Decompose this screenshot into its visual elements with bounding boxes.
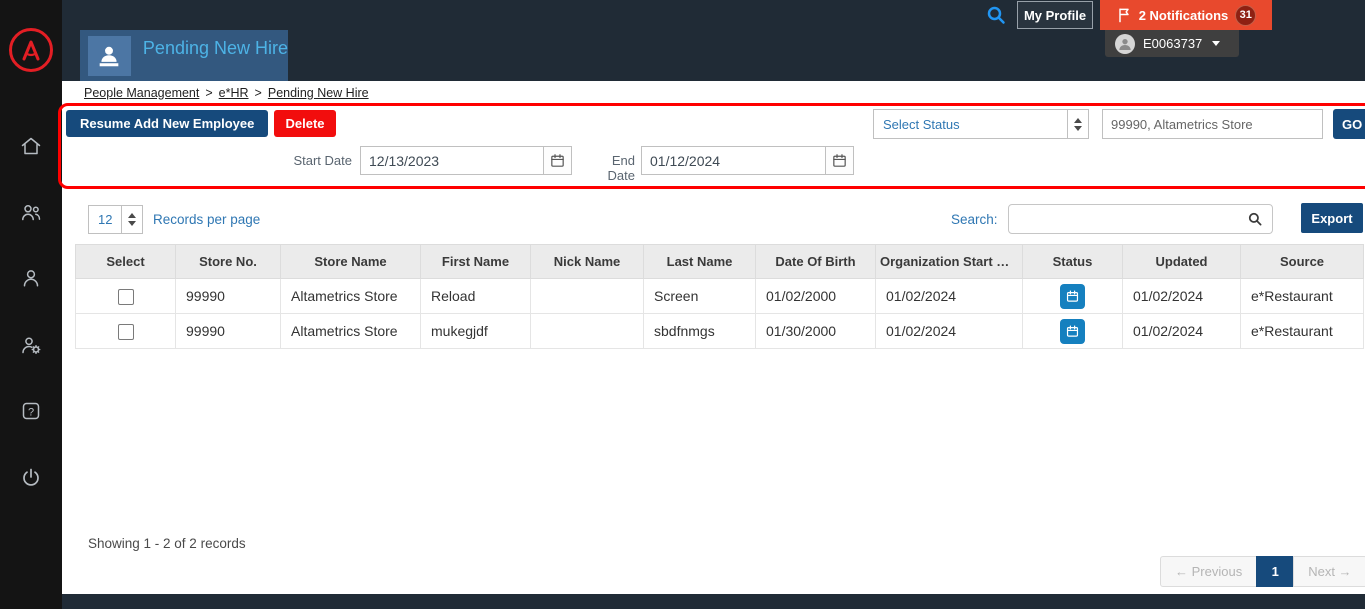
row-select-checkbox[interactable] — [117, 323, 134, 340]
cell-source: e*Restaurant — [1240, 313, 1364, 349]
records-per-page-value: 12 — [98, 212, 113, 227]
cell-first-name: Reload — [420, 278, 531, 314]
cell-last-name: Screen — [643, 278, 756, 314]
notifications-label: 2 Notifications — [1138, 7, 1229, 23]
breadcrumb-people-management[interactable]: People Management — [84, 86, 199, 100]
records-per-page-select[interactable]: 12 — [88, 205, 143, 234]
table-search-box — [1008, 204, 1273, 234]
table-row: 99990 Altametrics Store Reload Screen 01… — [75, 278, 1364, 314]
col-last-name: Last Name — [643, 244, 756, 279]
previous-page-button[interactable]: ← Previous — [1160, 556, 1258, 587]
sidebar: ? — [0, 0, 62, 609]
col-select: Select — [75, 244, 176, 279]
cell-store-no: 99990 — [175, 313, 281, 349]
export-button[interactable]: Export — [1301, 203, 1363, 233]
new-hire-icon — [88, 36, 131, 76]
col-date-of-birth: Date Of Birth — [755, 244, 876, 279]
svg-text:?: ? — [28, 406, 34, 418]
records-per-page-label: Records per page — [153, 212, 261, 227]
go-button[interactable]: GO — [1333, 109, 1365, 139]
table-search-input[interactable] — [1017, 211, 1246, 227]
end-date-label: End Date — [607, 153, 635, 183]
cell-store-name: Altametrics Store — [280, 278, 421, 314]
status-select-value: Select Status — [883, 116, 960, 132]
pagination: ← Previous 1 Next → — [1160, 556, 1365, 587]
col-nick-name: Nick Name — [530, 244, 644, 279]
table-header-row: Select Store No. Store Name First Name N… — [75, 244, 1364, 279]
page-1-button[interactable]: 1 — [1256, 556, 1295, 587]
avatar-icon — [1115, 33, 1135, 54]
col-organization-start-date: Organization Start D… — [875, 244, 1023, 279]
end-date-calendar-icon[interactable] — [825, 146, 854, 175]
cell-nick-name — [530, 313, 644, 349]
help-icon[interactable]: ? — [19, 399, 43, 423]
cell-updated: 01/02/2024 — [1122, 313, 1241, 349]
cell-first-name: mukegjdf — [420, 313, 531, 349]
cell-last-name: sbdfnmgs — [643, 313, 756, 349]
table-row: 99990 Altametrics Store mukegjdf sbdfnmg… — [75, 313, 1364, 349]
col-store-name: Store Name — [280, 244, 421, 279]
cell-store-name: Altametrics Store — [280, 313, 421, 349]
magnifier-icon[interactable] — [1246, 210, 1264, 228]
col-updated: Updated — [1122, 244, 1241, 279]
delete-button[interactable]: Delete — [274, 110, 336, 137]
breadcrumb-separator: > — [254, 85, 262, 100]
status-calendar-icon[interactable] — [1060, 283, 1085, 309]
cell-source: e*Restaurant — [1240, 278, 1364, 314]
power-logout-icon[interactable] — [19, 466, 43, 490]
bottom-bar — [62, 594, 1365, 609]
col-source: Source — [1240, 244, 1364, 279]
start-date-label: Start Date — [293, 153, 352, 168]
search-icon[interactable] — [984, 3, 1008, 27]
spinner-arrows-icon[interactable] — [1067, 110, 1088, 138]
caret-down-icon — [1212, 41, 1221, 46]
start-date-input[interactable] — [360, 146, 544, 175]
user-settings-icon[interactable] — [19, 333, 43, 357]
employee-profile-icon[interactable] — [19, 266, 43, 290]
spinner-arrows-icon[interactable] — [121, 206, 142, 233]
col-first-name: First Name — [420, 244, 531, 279]
app-window: ? My Profile 2 Notifications 31 E0063737… — [0, 0, 1365, 609]
pending-new-hire-table: Select Store No. Store Name First Name N… — [75, 244, 1364, 349]
cell-updated: 01/02/2024 — [1122, 278, 1241, 314]
page-title-block: Pending New Hire — [80, 30, 288, 81]
cell-nick-name — [530, 278, 644, 314]
user-menu[interactable]: E0063737 — [1105, 30, 1239, 57]
cell-org-start: 01/02/2024 — [875, 313, 1023, 349]
resume-add-new-employee-button[interactable]: Resume Add New Employee — [66, 110, 269, 137]
altametrics-logo-icon[interactable] — [9, 28, 53, 72]
breadcrumb-ehr[interactable]: e*HR — [219, 86, 249, 100]
records-count-text: Showing 1 - 2 of 2 records — [88, 536, 246, 551]
user-id-label: E0063737 — [1143, 36, 1203, 51]
breadcrumb-pending-new-hire[interactable]: Pending New Hire — [268, 86, 369, 100]
home-icon[interactable] — [19, 134, 43, 158]
start-date-calendar-icon[interactable] — [543, 146, 572, 175]
store-filter-input[interactable] — [1102, 109, 1323, 139]
cell-store-no: 99990 — [175, 278, 281, 314]
topbar: My Profile 2 Notifications 31 — [62, 0, 1365, 30]
page-title: Pending New Hire — [142, 38, 288, 58]
cell-org-start: 01/02/2024 — [875, 278, 1023, 314]
flag-icon — [1116, 6, 1132, 24]
breadcrumb: People Management > e*HR > Pending New H… — [62, 81, 1365, 104]
my-profile-label: My Profile — [1023, 7, 1087, 23]
my-profile-tab[interactable]: My Profile — [1017, 1, 1093, 29]
breadcrumb-separator: > — [205, 85, 213, 100]
next-page-button[interactable]: Next → — [1293, 556, 1365, 587]
row-select-checkbox[interactable] — [117, 288, 134, 305]
notifications-count-badge: 31 — [1235, 4, 1257, 26]
search-label: Search: — [951, 212, 998, 227]
cell-dob: 01/30/2000 — [755, 313, 876, 349]
status-select[interactable]: Select Status — [873, 109, 1089, 139]
end-date-input[interactable] — [641, 146, 826, 175]
notifications-tab[interactable]: 2 Notifications 31 — [1100, 0, 1272, 30]
status-calendar-icon[interactable] — [1060, 318, 1085, 344]
col-status: Status — [1022, 244, 1123, 279]
people-management-icon[interactable] — [19, 200, 43, 224]
col-store-no: Store No. — [175, 244, 281, 279]
cell-dob: 01/02/2000 — [755, 278, 876, 314]
